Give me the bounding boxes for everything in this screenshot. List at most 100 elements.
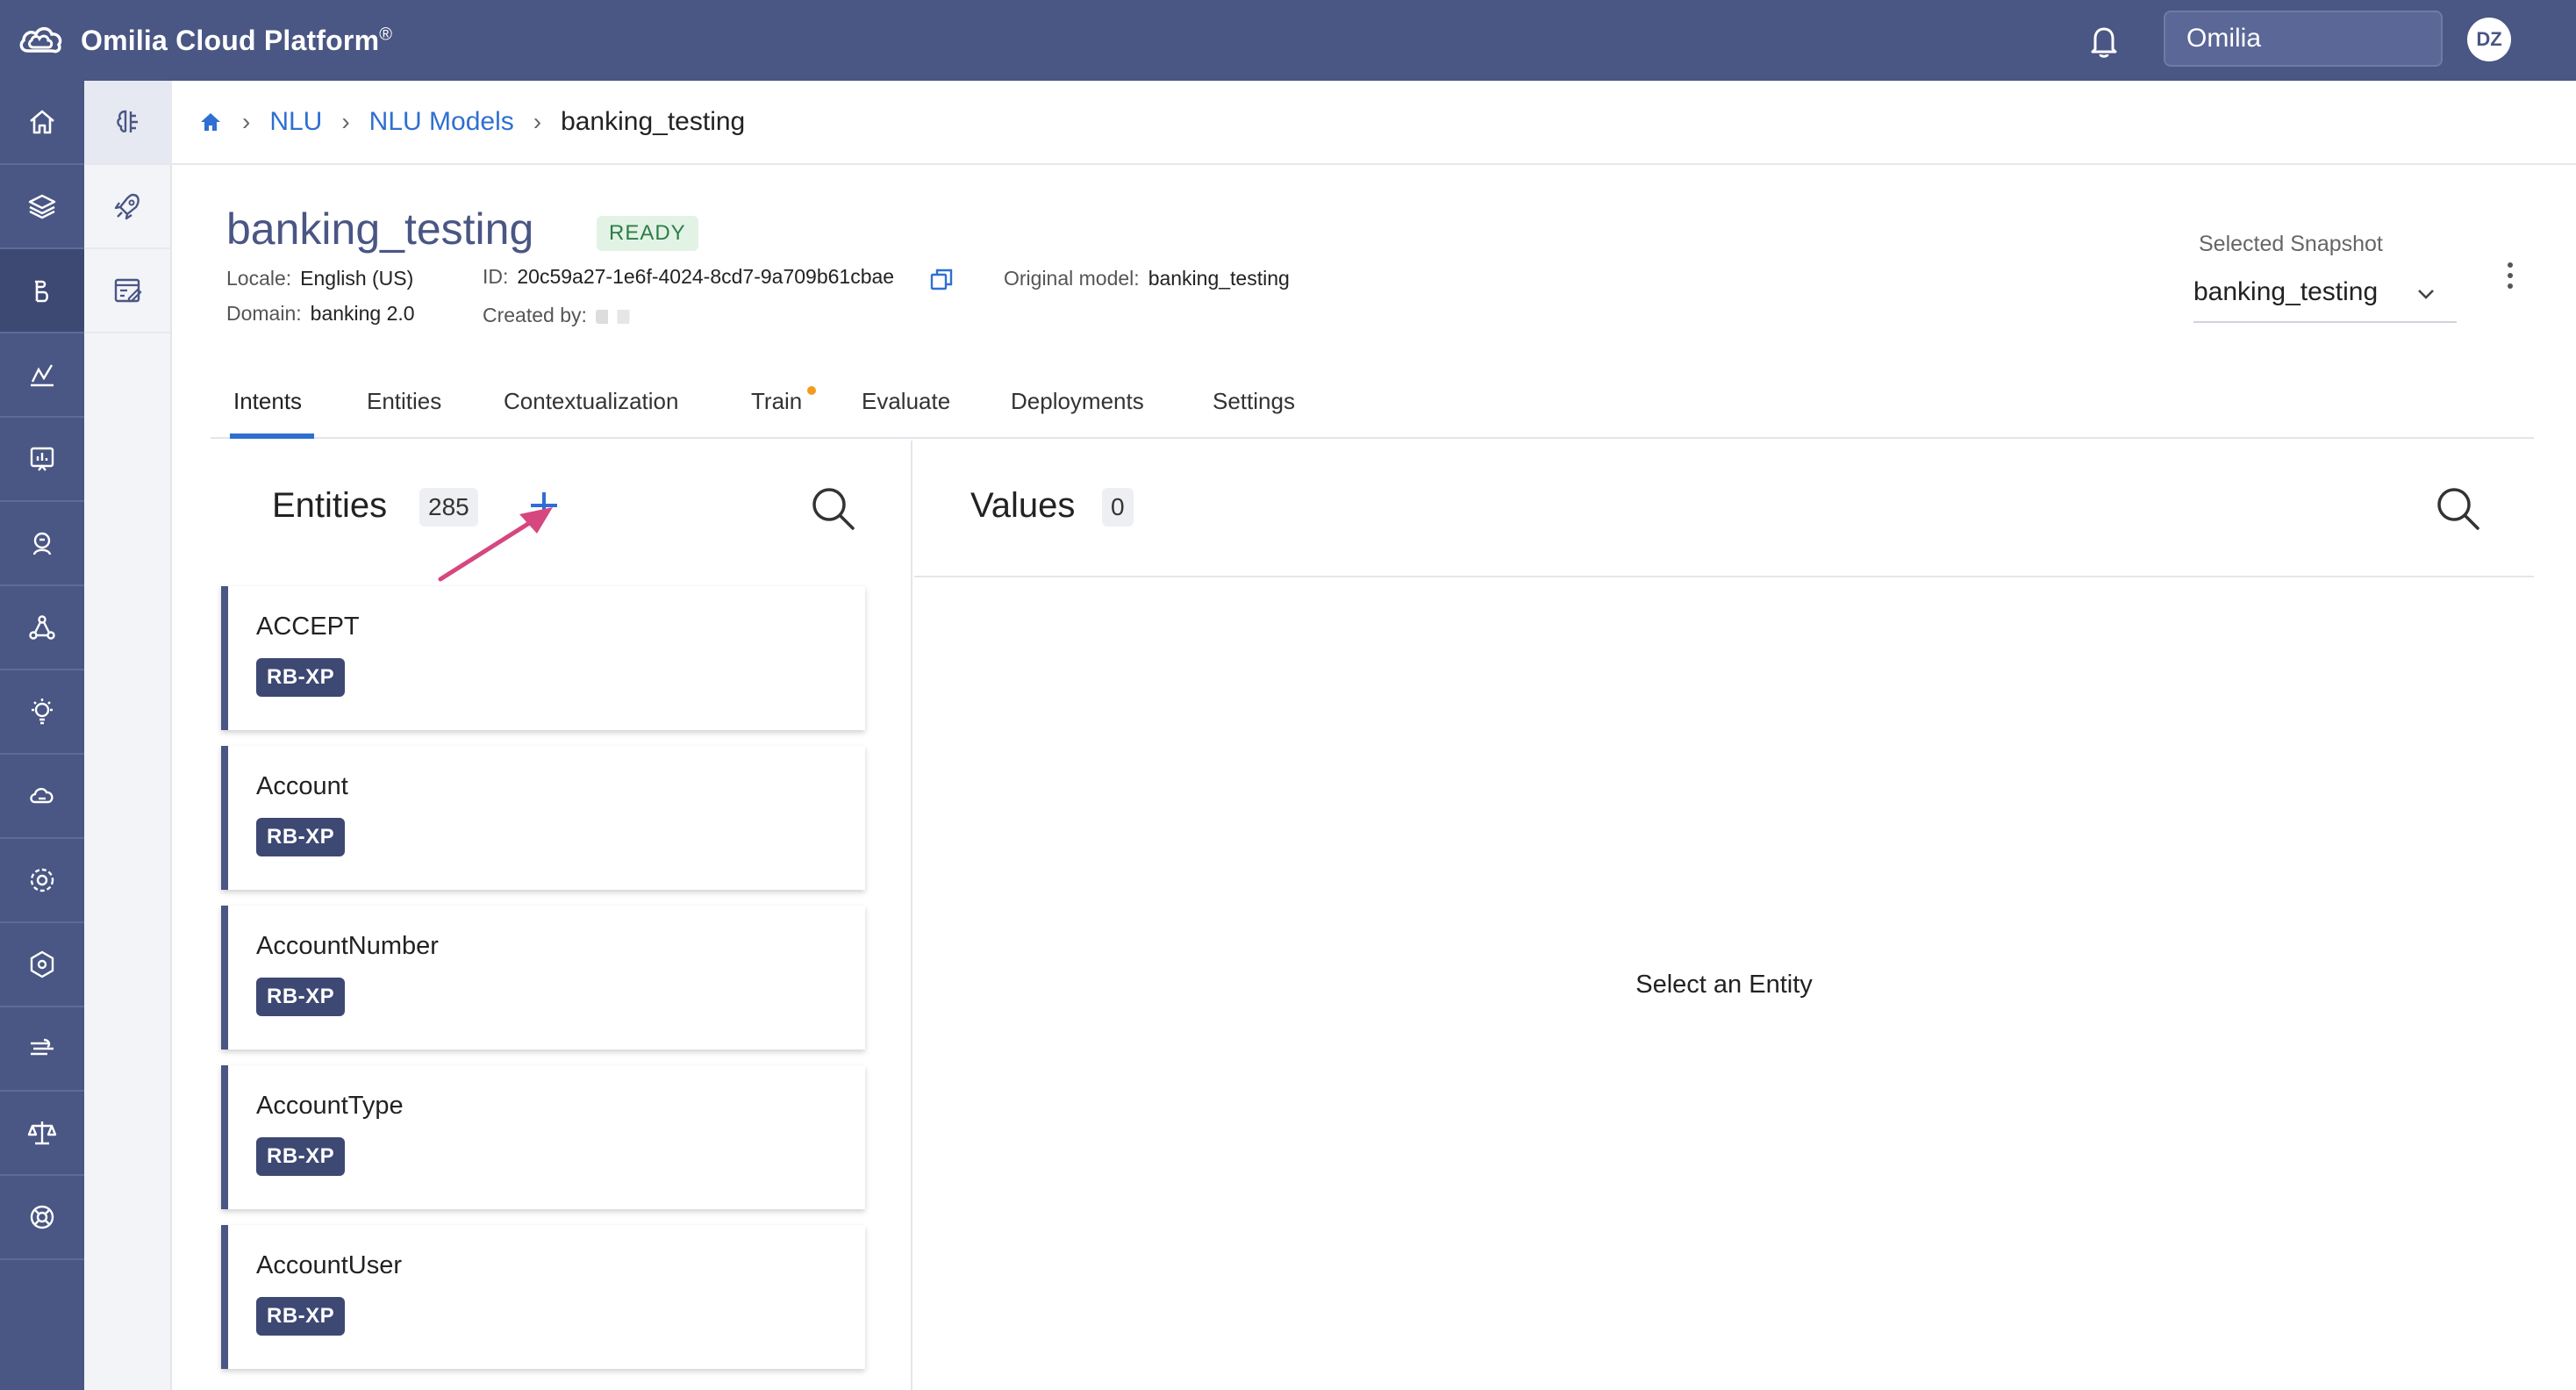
domain-info: Domain: banking 2.0	[226, 302, 415, 326]
rail-item-reports[interactable]	[0, 418, 84, 502]
tab-entities[interactable]: Entities	[367, 388, 441, 415]
tab-intents[interactable]: Intents	[233, 388, 302, 415]
values-title: Values	[970, 486, 1076, 525]
copy-icon[interactable]	[927, 265, 956, 295]
network-icon	[29, 615, 55, 640]
rail-item-settings[interactable]	[0, 839, 84, 923]
snapshot-value: banking_testing	[2193, 277, 2379, 306]
id-info: ID: 20c59a27-1e6f-4024-8cd7-9a709b61cbae	[483, 265, 894, 289]
snapshot-select[interactable]: banking_testing	[2193, 263, 2457, 323]
status-badge: READY	[597, 216, 698, 251]
values-count-badge: 0	[1102, 488, 1134, 527]
entity-name: AccountNumber	[256, 932, 439, 960]
search-icon[interactable]	[2434, 484, 2483, 534]
entity-card[interactable]: Account RB-XP	[221, 746, 865, 890]
id-value: 20c59a27-1e6f-4024-8cd7-9a709b61cbae	[517, 265, 895, 288]
organization-name: Omilia	[2186, 24, 2262, 53]
values-header: Values 0	[914, 441, 2534, 577]
domain-label: Domain:	[226, 302, 302, 325]
tab-contextualization[interactable]: Contextualization	[504, 388, 678, 415]
entity-card[interactable]: AccountType RB-XP	[221, 1065, 865, 1209]
rail-item-insights[interactable]	[0, 670, 84, 755]
settings-icon	[30, 868, 54, 892]
admin-icon	[30, 950, 54, 978]
more-options-icon[interactable]	[2497, 258, 2523, 293]
report-edit-icon	[114, 278, 142, 303]
brain-icon	[117, 110, 138, 133]
cloud-logo-icon	[19, 26, 62, 54]
nlu-icon	[35, 280, 49, 303]
entity-card[interactable]: AccountNumber RB-XP	[221, 906, 865, 1050]
locale-value: English (US)	[300, 267, 414, 290]
entity-name: AccountUser	[256, 1251, 403, 1279]
entities-title: Entities	[272, 486, 388, 525]
brand[interactable]: Omilia Cloud Platform®	[16, 0, 392, 81]
tab-deployments[interactable]: Deployments	[1011, 388, 1144, 415]
rail-item-analytics[interactable]	[0, 333, 84, 418]
empty-state-message: Select an Entity	[1635, 971, 1813, 999]
entity-tag: RB-XP	[256, 658, 346, 697]
speech-icon	[31, 1038, 54, 1056]
rail-item-support[interactable]	[0, 1176, 84, 1260]
subrail-item-reports[interactable]	[84, 249, 172, 333]
rail-item-nlu[interactable]	[0, 249, 84, 333]
original-model-value: banking_testing	[1148, 267, 1290, 290]
entity-tag: RB-XP	[256, 818, 346, 856]
rail-item-admin[interactable]	[0, 923, 84, 1007]
tab-settings[interactable]: Settings	[1213, 388, 1295, 415]
active-tab-indicator	[230, 433, 314, 439]
entity-name: Account	[256, 772, 348, 800]
top-bar: Omilia Cloud Platform® Omilia DZ	[0, 0, 2576, 81]
values-panel: Values 0	[914, 441, 2534, 1390]
rail-item-home[interactable]	[0, 81, 84, 165]
chevron-right-icon: ›	[533, 108, 542, 135]
id-label: ID:	[483, 265, 509, 288]
analytics-icon	[31, 364, 54, 387]
chevron-right-icon: ›	[242, 108, 251, 135]
rail-item-agent[interactable]	[0, 502, 84, 586]
original-model-info: Original model: banking_testing	[1004, 267, 1290, 290]
subrail-item-deploy[interactable]	[84, 165, 172, 249]
rail-item-network[interactable]	[0, 586, 84, 670]
rail-item-speech[interactable]	[0, 1007, 84, 1092]
primary-navigation	[0, 81, 84, 1390]
breadcrumb-nlu-models[interactable]: NLU Models	[369, 107, 514, 137]
created-by-label: Created by:	[483, 304, 587, 326]
rail-item-layers[interactable]	[0, 165, 84, 249]
snapshot-label: Selected Snapshot	[2199, 232, 2383, 256]
secondary-navigation	[84, 81, 172, 1390]
breadcrumb-nlu[interactable]: NLU	[269, 107, 322, 137]
annotation-arrow-icon	[438, 507, 553, 582]
bell-icon[interactable]	[2083, 19, 2125, 61]
rocket-icon	[114, 193, 140, 220]
breadcrumb: › NLU › NLU Models › banking_testing	[172, 81, 2576, 165]
train-notification-dot	[807, 386, 816, 395]
balance-icon	[27, 1121, 57, 1145]
entity-name: AccountType	[256, 1092, 404, 1120]
search-icon[interactable]	[809, 484, 858, 534]
subrail-item-models[interactable]	[84, 81, 172, 165]
registered-mark: ®	[379, 24, 393, 44]
home-icon	[30, 110, 54, 134]
layers-icon	[28, 194, 56, 219]
avatar[interactable]: DZ	[2467, 18, 2511, 61]
support-icon	[30, 1205, 54, 1229]
reports-icon	[30, 447, 54, 471]
locale-info: Locale: English (US)	[226, 267, 413, 290]
organization-selector[interactable]: Omilia	[2164, 11, 2443, 67]
entity-card[interactable]: AccountUser RB-XP	[221, 1225, 865, 1369]
created-by-info: Created by:	[483, 304, 657, 327]
page-title: banking_testing	[226, 204, 534, 254]
rail-item-balance[interactable]	[0, 1092, 84, 1176]
rail-item-cloud[interactable]	[0, 755, 84, 839]
home-icon[interactable]	[198, 110, 223, 134]
insights-icon	[32, 699, 53, 725]
redacted-user	[595, 309, 657, 324]
tab-train[interactable]: Train	[751, 388, 802, 415]
chevron-down-icon	[2418, 290, 2434, 299]
entity-card[interactable]: ACCEPT RB-XP	[221, 586, 865, 730]
agent-icon	[32, 532, 52, 555]
entity-tag: RB-XP	[256, 978, 346, 1016]
tab-evaluate[interactable]: Evaluate	[862, 388, 950, 415]
domain-value: banking 2.0	[310, 302, 415, 325]
